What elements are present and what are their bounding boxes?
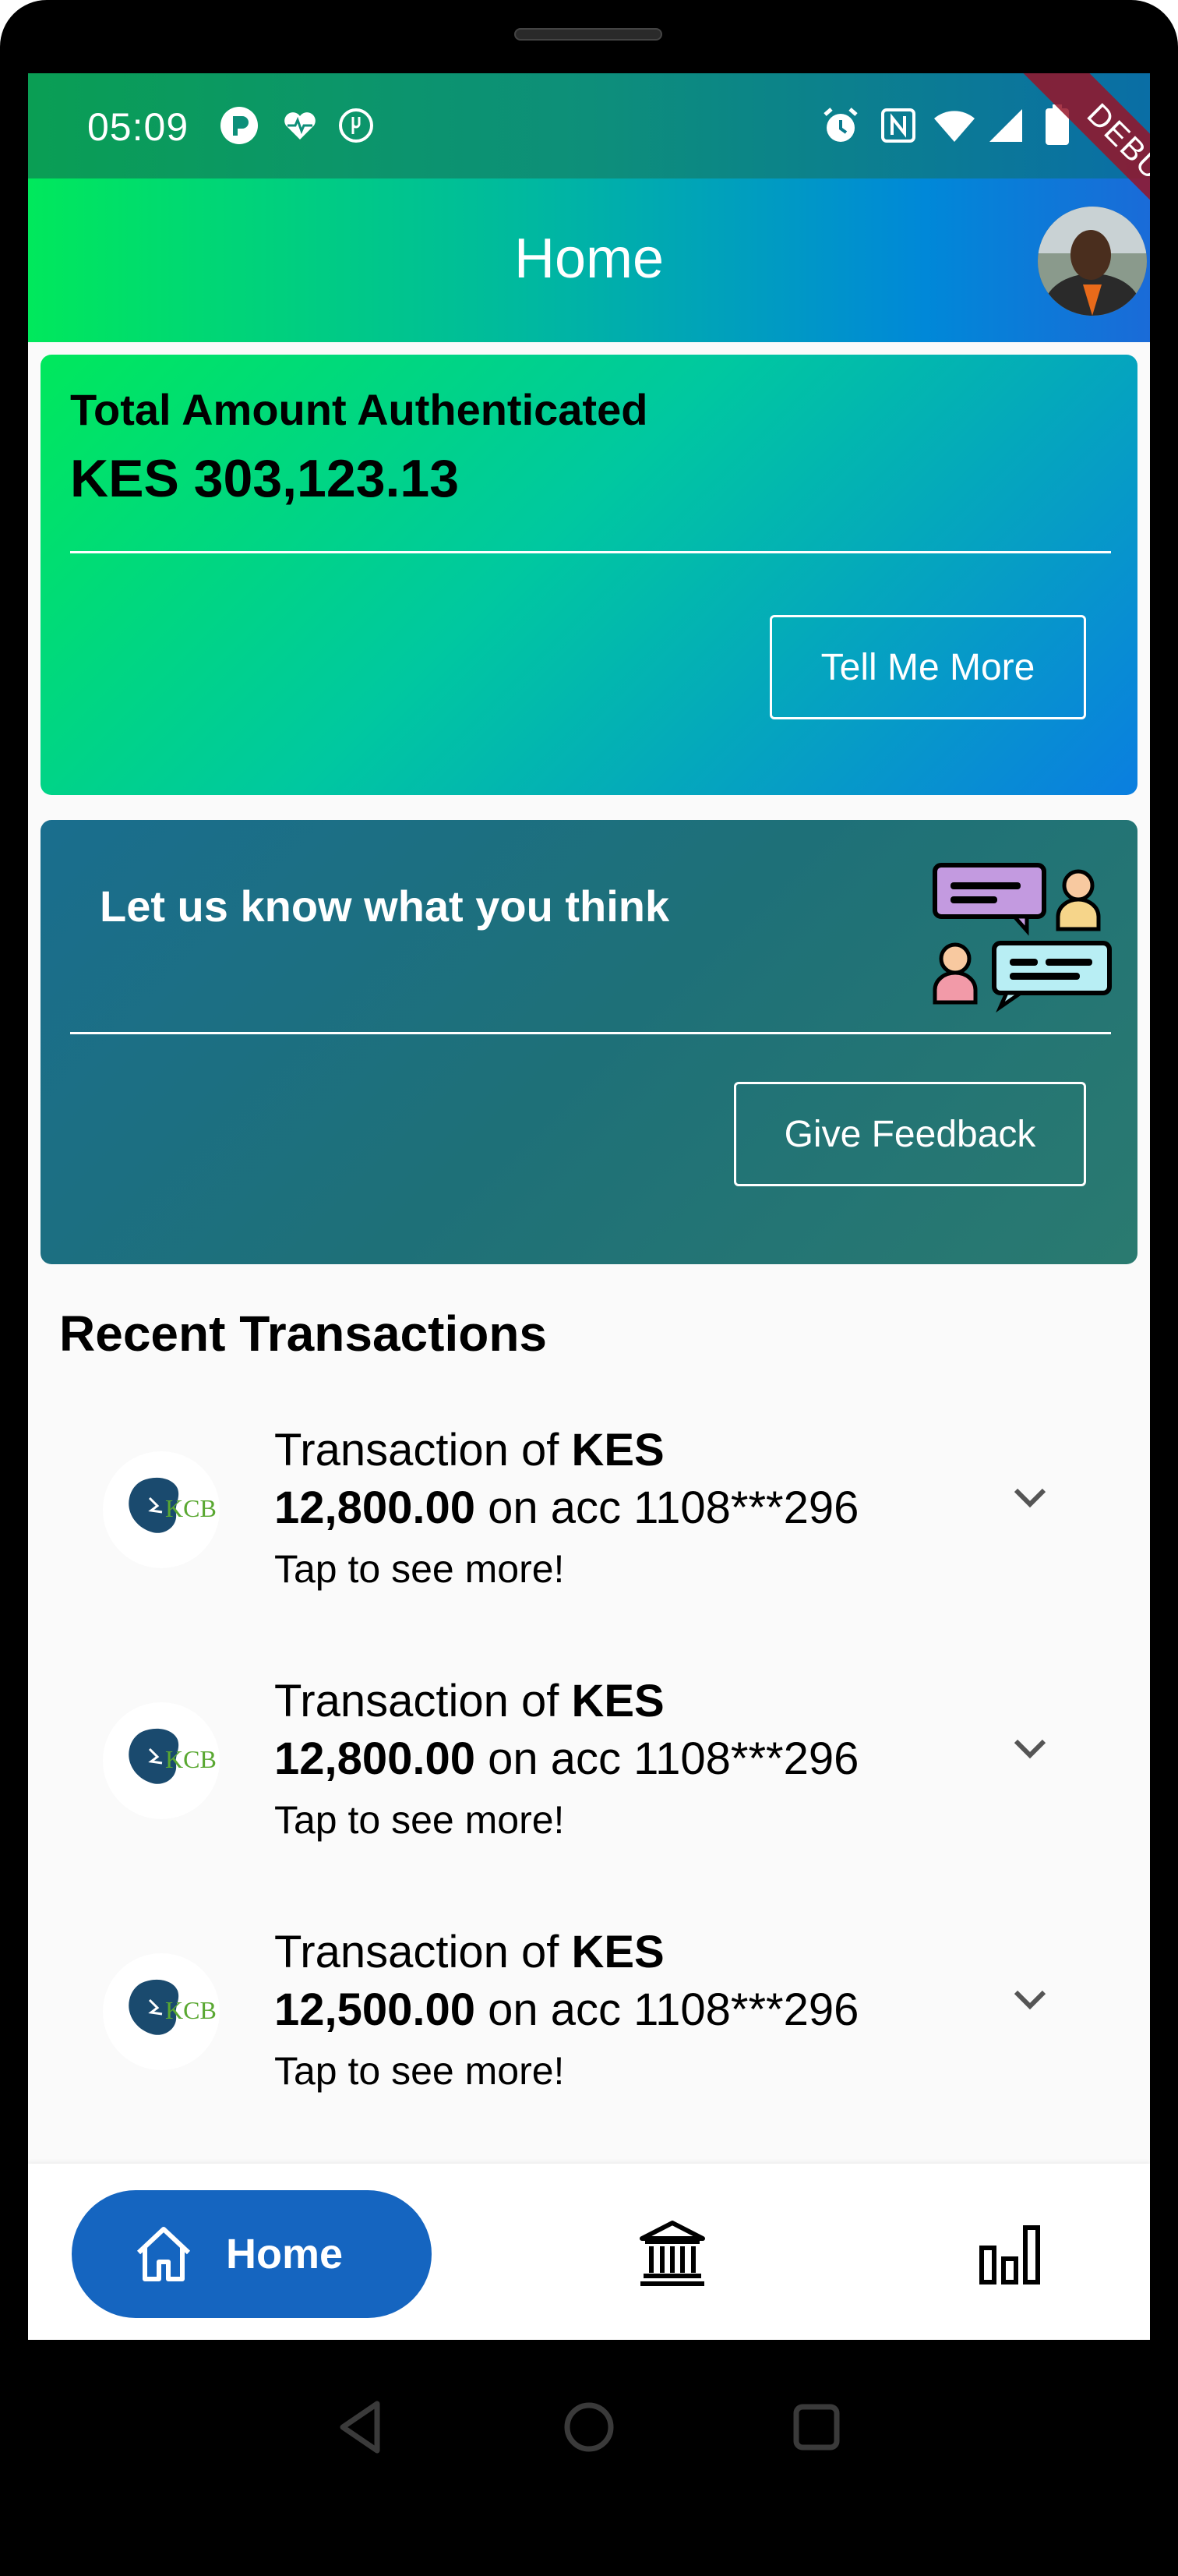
pocket-app-icon: [217, 103, 262, 148]
transaction-summary: Transaction of KES 12,500.00 on acc 1108*…: [274, 1927, 859, 2035]
bank-icon[interactable]: [637, 2218, 707, 2288]
bar-chart-icon[interactable]: [975, 2218, 1046, 2288]
recent-transactions-heading: Recent Transactions: [59, 1306, 547, 1362]
home-icon: [136, 2227, 191, 2281]
home-circle-icon[interactable]: [558, 2396, 620, 2458]
alarm-icon: [818, 103, 863, 148]
feedback-title: Let us know what you think: [100, 882, 670, 931]
transaction-item[interactable]: KCB Transaction of KES 12,800.00 on acc 1…: [28, 1673, 1150, 1906]
nav-home-button[interactable]: Home: [72, 2190, 432, 2318]
transaction-summary: Transaction of KES 12,800.00 on acc 1108*…: [274, 1425, 859, 1533]
chevron-down-icon[interactable]: [1007, 1724, 1053, 1771]
status-bar: 05:09: [28, 73, 1150, 178]
give-feedback-button[interactable]: Give Feedback: [734, 1082, 1086, 1186]
app-screen: 05:09 Home DEBUG Total Amount Authentica…: [28, 73, 1150, 2340]
chevron-down-icon[interactable]: [1007, 1975, 1053, 2022]
feedback-card: Let us know what you think Give Feedback: [41, 820, 1137, 1264]
nfc-icon: [876, 103, 921, 148]
transaction-hint: Tap to see more!: [274, 1798, 565, 1842]
svg-text:KCB: KCB: [165, 1494, 217, 1522]
chat-people-icon: [929, 859, 1116, 1015]
tell-me-more-button[interactable]: Tell Me More: [770, 615, 1086, 719]
status-time: 05:09: [87, 105, 189, 149]
summary-amount: KES 303,123.13: [70, 449, 460, 508]
app-bar: Home: [28, 178, 1150, 342]
health-icon: [277, 103, 323, 148]
summary-card: Total Amount Authenticated KES 303,123.1…: [41, 355, 1137, 795]
recents-icon[interactable]: [785, 2396, 848, 2458]
transaction-hint: Tap to see more!: [274, 1547, 565, 1591]
summary-title: Total Amount Authenticated: [70, 385, 648, 434]
svg-text:KCB: KCB: [165, 1745, 217, 1773]
feedback-divider: [70, 1032, 1111, 1034]
chevron-down-icon[interactable]: [1007, 1473, 1053, 1520]
wifi-icon: [932, 103, 977, 148]
cell-signal-icon: [983, 103, 1028, 148]
svg-text:KCB: KCB: [165, 1996, 217, 2024]
kcb-logo-icon: KCB: [103, 1702, 220, 1819]
back-icon[interactable]: [330, 2396, 393, 2458]
transaction-item[interactable]: KCB Transaction of KES 12,500.00 on acc 1…: [28, 1924, 1150, 2157]
battery-icon: [1035, 103, 1080, 148]
profile-avatar[interactable]: [1038, 207, 1147, 316]
earpiece-speaker: [514, 28, 662, 41]
phone-frame: 05:09 Home DEBUG Total Amount Authentica…: [0, 0, 1178, 2576]
transaction-item[interactable]: KCB Transaction of KES 12,800.00 on acc 1…: [28, 1422, 1150, 1655]
summary-divider: [70, 551, 1111, 553]
bottom-navigation: Home: [28, 2164, 1150, 2340]
transaction-summary: Transaction of KES 12,800.00 on acc 1108*…: [274, 1676, 859, 1784]
system-navigation-bar: [0, 2340, 1178, 2576]
nav-home-label: Home: [226, 2231, 344, 2277]
transaction-hint: Tap to see more!: [274, 2049, 565, 2093]
kcb-logo-icon: KCB: [103, 1953, 220, 2070]
kcb-logo-icon: KCB: [103, 1451, 220, 1568]
page-title: Home: [513, 228, 665, 290]
food-icon: [333, 103, 379, 148]
